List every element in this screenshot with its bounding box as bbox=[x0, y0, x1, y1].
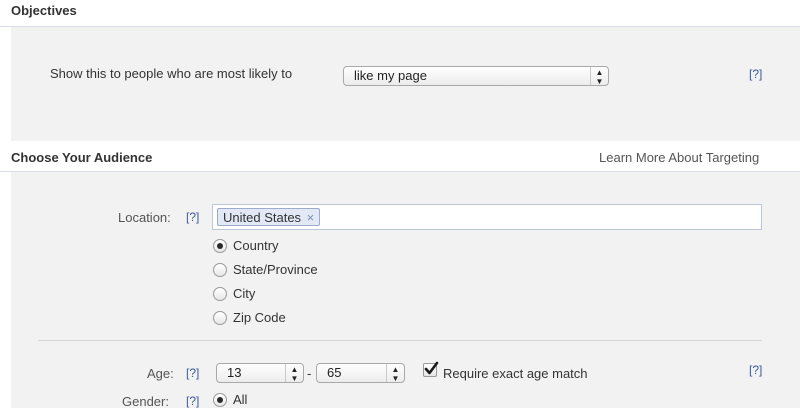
age-separator: - bbox=[307, 366, 312, 381]
radio-unselected-icon bbox=[213, 287, 227, 301]
location-token-label: United States bbox=[223, 210, 302, 225]
gender-option-label: All bbox=[233, 392, 248, 407]
objectives-title: Objectives bbox=[11, 3, 77, 18]
location-help-link[interactable]: [?] bbox=[186, 210, 199, 224]
gender-label: Gender: bbox=[122, 394, 169, 409]
radio-selected-icon bbox=[213, 239, 227, 253]
section-divider bbox=[38, 340, 762, 341]
age-max-select[interactable]: 65 ▲ ▼ bbox=[316, 363, 405, 383]
age-min-value: 13 bbox=[227, 365, 242, 380]
objectives-prompt: Show this to people who are most likely … bbox=[50, 66, 293, 81]
location-token: United States × bbox=[217, 208, 321, 226]
audience-panel: Location: [?] United States × Country St… bbox=[11, 172, 800, 409]
remove-token-icon[interactable]: × bbox=[307, 210, 315, 225]
age-label: Age: bbox=[147, 366, 174, 381]
exact-age-label: Require exact age match bbox=[443, 366, 588, 381]
radio-selected-icon bbox=[213, 393, 227, 407]
location-label: Location: bbox=[118, 210, 171, 225]
checkmark-icon bbox=[424, 361, 439, 375]
radio-unselected-icon bbox=[213, 311, 227, 325]
location-input[interactable]: United States × bbox=[212, 204, 762, 230]
select-arrows-icon: ▲ ▼ bbox=[590, 67, 608, 86]
radio-unselected-icon bbox=[213, 263, 227, 277]
select-arrows-icon: ▲ ▼ bbox=[285, 364, 303, 383]
objective-select[interactable]: like my page ▲ ▼ bbox=[343, 66, 609, 86]
audience-title: Choose Your Audience bbox=[11, 150, 153, 165]
location-option-label: Zip Code bbox=[233, 310, 286, 325]
age-row-help-link[interactable]: [?] bbox=[749, 363, 762, 377]
age-help-link[interactable]: [?] bbox=[186, 366, 199, 380]
age-max-value: 65 bbox=[327, 365, 342, 380]
gender-help-link[interactable]: [?] bbox=[186, 394, 199, 408]
objectives-help-link[interactable]: [?] bbox=[749, 67, 762, 81]
learn-more-targeting-link[interactable]: Learn More About Targeting bbox=[599, 150, 759, 165]
location-option-label: Country bbox=[233, 238, 279, 253]
audience-header: Choose Your Audience Learn More About Ta… bbox=[0, 142, 800, 172]
location-option-label: City bbox=[233, 286, 256, 301]
select-arrows-icon: ▲ ▼ bbox=[386, 364, 404, 383]
exact-age-checkbox[interactable] bbox=[423, 361, 439, 377]
age-min-select[interactable]: 13 ▲ ▼ bbox=[216, 363, 304, 383]
objective-select-value: like my page bbox=[354, 68, 427, 83]
objectives-panel: Show this to people who are most likely … bbox=[11, 27, 800, 141]
objectives-header: Objectives bbox=[0, 0, 800, 27]
location-option-label: State/Province bbox=[233, 262, 318, 277]
